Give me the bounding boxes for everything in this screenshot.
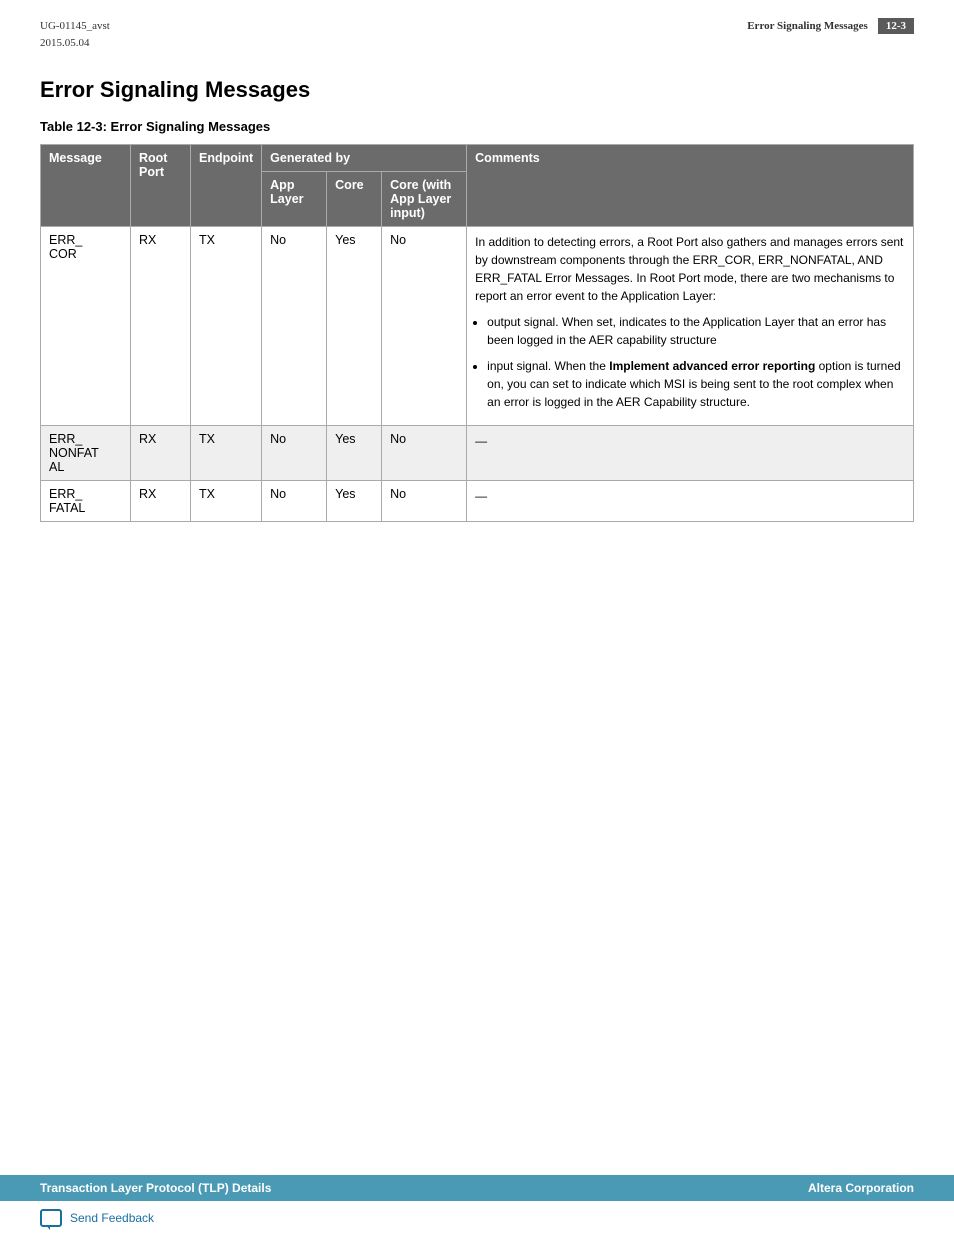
cell-endpoint: TX — [191, 227, 262, 426]
table-caption: Table 12-3: Error Signaling Messages — [40, 119, 914, 134]
cell-message: ERR_COR — [41, 227, 131, 426]
col-header-generated-by: Generated by — [262, 145, 467, 172]
feedback-icon — [40, 1209, 62, 1227]
col-header-message: Message — [41, 145, 131, 227]
cell-app-layer: No — [262, 481, 327, 522]
main-content: Error Signaling Messages Table 12-3: Err… — [0, 57, 954, 562]
cell-comments: — — [467, 481, 914, 522]
bold-text: Implement advanced error reporting — [609, 359, 815, 373]
col-header-core: Core — [327, 172, 382, 227]
cell-core-with-app: No — [382, 426, 467, 481]
footer-right-text: Altera Corporation — [808, 1181, 914, 1195]
header-right: Error Signaling Messages 12-3 — [747, 18, 914, 34]
cell-core: Yes — [327, 426, 382, 481]
col-header-endpoint: Endpoint — [191, 145, 262, 227]
doc-id: UG-01145_avst — [40, 18, 110, 35]
list-item: input signal. When the Implement advance… — [487, 357, 905, 411]
cell-core-with-app: No — [382, 481, 467, 522]
cell-core: Yes — [327, 481, 382, 522]
table-row: ERR_FATAL RX TX No Yes No — — [41, 481, 914, 522]
table-row: ERR_COR RX TX No Yes No In addition to d… — [41, 227, 914, 426]
cell-endpoint: TX — [191, 481, 262, 522]
error-signaling-table: Message Root Port Endpoint Generated by … — [40, 144, 914, 522]
header-section-title: Error Signaling Messages — [747, 20, 878, 32]
header-doc-info: UG-01145_avst 2015.05.04 — [40, 18, 110, 51]
header-page-num: 12-3 — [878, 18, 914, 34]
cell-message: ERR_NONFATAL — [41, 426, 131, 481]
col-header-core-with-app: Core (with App Layer input) — [382, 172, 467, 227]
page-title: Error Signaling Messages — [40, 77, 914, 103]
footer-left-text: Transaction Layer Protocol (TLP) Details — [40, 1181, 271, 1195]
cell-root-port: RX — [131, 481, 191, 522]
cell-core-with-app: No — [382, 227, 467, 426]
cell-app-layer: No — [262, 227, 327, 426]
col-header-comments: Comments — [467, 145, 914, 227]
cell-endpoint: TX — [191, 426, 262, 481]
cell-root-port: RX — [131, 227, 191, 426]
cell-message: ERR_FATAL — [41, 481, 131, 522]
doc-date: 2015.05.04 — [40, 35, 110, 52]
cell-core: Yes — [327, 227, 382, 426]
table-row: ERR_NONFATAL RX TX No Yes No — — [41, 426, 914, 481]
col-header-root-port: Root Port — [131, 145, 191, 227]
comment-list: output signal. When set, indicates to th… — [487, 313, 905, 411]
cell-root-port: RX — [131, 426, 191, 481]
col-header-app-layer: App Layer — [262, 172, 327, 227]
comment-paragraph: In addition to detecting errors, a Root … — [475, 233, 905, 305]
footer-bar: Transaction Layer Protocol (TLP) Details… — [0, 1175, 954, 1201]
footer-feedback[interactable]: Send Feedback — [0, 1201, 954, 1235]
list-item: output signal. When set, indicates to th… — [487, 313, 905, 349]
cell-comments: — — [467, 426, 914, 481]
feedback-label[interactable]: Send Feedback — [70, 1211, 154, 1225]
cell-comments: In addition to detecting errors, a Root … — [467, 227, 914, 426]
page-header: UG-01145_avst 2015.05.04 Error Signaling… — [0, 0, 954, 57]
cell-app-layer: No — [262, 426, 327, 481]
page-footer: Transaction Layer Protocol (TLP) Details… — [0, 1175, 954, 1235]
